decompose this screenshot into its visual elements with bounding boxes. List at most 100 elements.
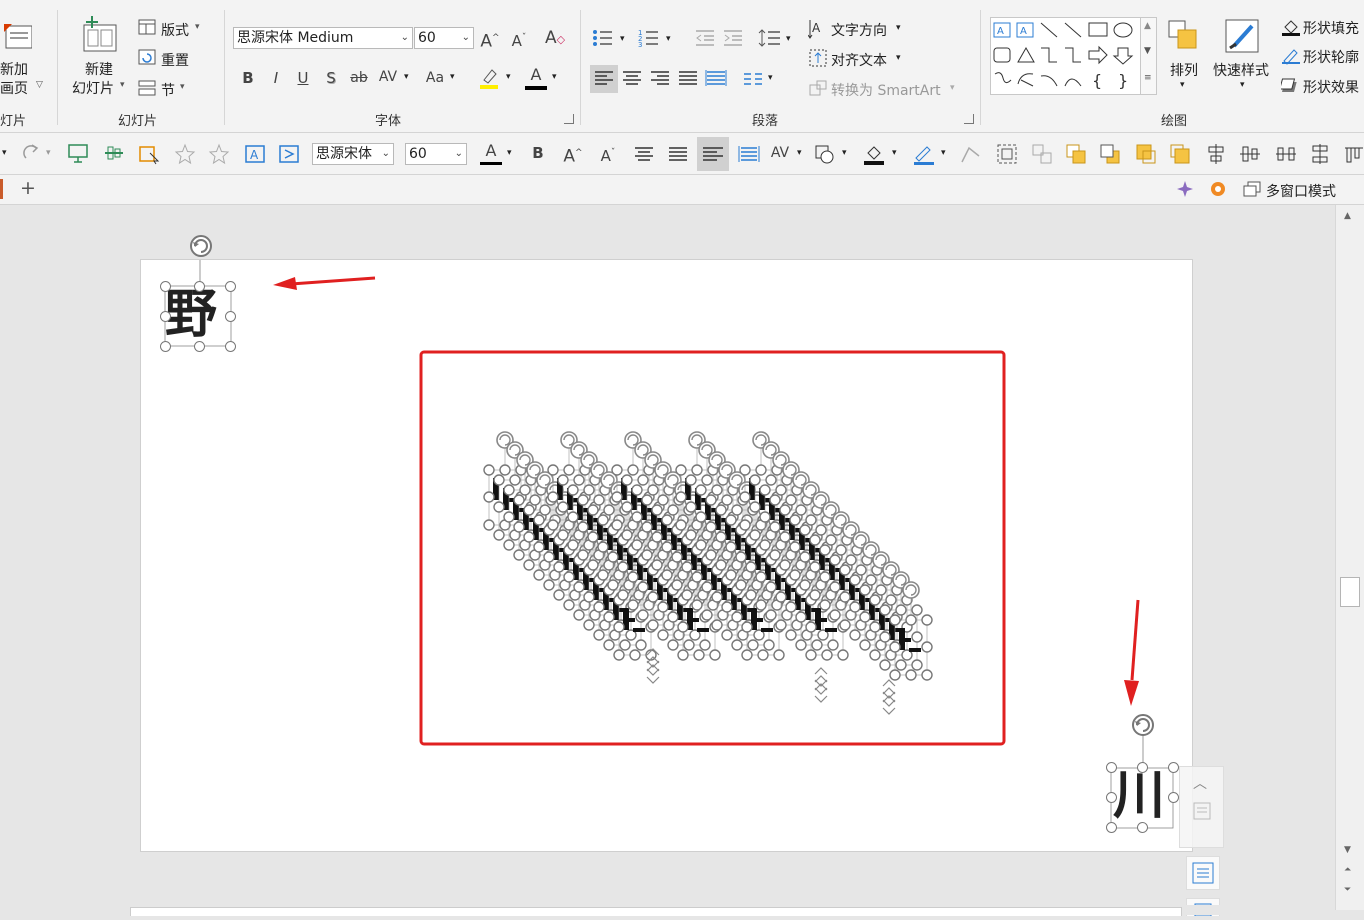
quick-justify-icon[interactable] <box>666 142 690 170</box>
resize-handle[interactable] <box>194 341 205 352</box>
floating-side-panel[interactable]: ︿ <box>1179 766 1224 848</box>
fill-icon[interactable] <box>862 142 886 170</box>
distribute-h-icon[interactable] <box>1274 142 1298 170</box>
arrange-icon[interactable] <box>1166 18 1202 58</box>
quick-font-name-select[interactable]: 思源宋体 ⌄ <box>312 143 394 165</box>
chevron-down-icon[interactable]: ▾ <box>941 148 946 158</box>
send-backward-icon[interactable] <box>1098 142 1122 170</box>
next-slide-icon[interactable]: ⏷ <box>1344 885 1351 895</box>
resize-handle[interactable] <box>225 281 236 292</box>
numbering-icon[interactable]: 123 <box>638 28 660 52</box>
align-right-icon[interactable] <box>648 65 672 97</box>
chevron-down-icon[interactable]: ▾ <box>620 34 625 44</box>
panel-tool-icon[interactable] <box>1192 801 1212 825</box>
bring-to-front-icon[interactable] <box>1134 142 1158 170</box>
scroll-thumb[interactable] <box>1340 577 1360 607</box>
rotate-handle-icon[interactable] <box>1129 711 1157 743</box>
rotate-handle-icon[interactable] <box>187 232 215 264</box>
align-text-icon[interactable] <box>808 48 828 72</box>
resize-handle[interactable] <box>1106 822 1117 833</box>
layout-icon[interactable] <box>138 19 156 39</box>
align-bottom-icon[interactable] <box>1342 142 1364 170</box>
chevron-down-icon[interactable]: ▽ <box>36 80 43 90</box>
distribute-icon[interactable] <box>704 65 728 97</box>
chevron-down-icon[interactable]: ▾ <box>404 72 409 82</box>
new-slide-partial-label-1[interactable]: 新加 <box>0 59 28 79</box>
pen-icon[interactable] <box>1281 47 1301 69</box>
reset-label[interactable]: 重置 <box>161 50 189 70</box>
select-shape-icon[interactable] <box>138 143 160 169</box>
highlight-icon[interactable] <box>478 66 500 94</box>
new-slide-icon[interactable] <box>82 16 120 54</box>
chevron-down-icon[interactable]: ▾ <box>195 22 200 32</box>
redo-icon[interactable] <box>20 142 42 168</box>
quick-char-spacing-icon[interactable]: AV <box>766 142 794 164</box>
reset-icon[interactable] <box>138 49 156 69</box>
resize-handle[interactable] <box>160 281 171 292</box>
resize-handle[interactable] <box>1106 762 1117 773</box>
duplicated-text-objects-cluster[interactable] <box>483 431 933 715</box>
distribute-v-icon[interactable] <box>1308 142 1332 170</box>
shrink-font-icon[interactable]: Aˇ <box>508 27 530 52</box>
chevron-up-icon[interactable]: ▲ <box>1144 21 1151 31</box>
vertical-textbox-icon[interactable] <box>278 143 300 169</box>
group-icon[interactable] <box>995 142 1019 170</box>
chevron-down-icon[interactable]: ▾ <box>1180 80 1185 90</box>
quick-font-size-select[interactable]: 60 ⌄ <box>405 143 467 165</box>
chevron-down-icon[interactable]: ▼ <box>1144 46 1151 56</box>
chevron-down-icon[interactable]: ▾ <box>120 80 125 90</box>
quick-align-left-button[interactable] <box>697 137 729 171</box>
resize-handle[interactable] <box>225 341 236 352</box>
align-center-icon[interactable] <box>620 65 644 97</box>
chevron-down-icon[interactable]: ▾ <box>507 148 512 158</box>
quick-align-center-icon[interactable] <box>632 142 656 170</box>
scroll-up-icon[interactable]: ▲ <box>1344 211 1351 221</box>
font-size-select[interactable]: 60 ⌄ <box>414 27 474 49</box>
slide[interactable]: 野 川 <box>140 235 1193 852</box>
chevron-down-icon[interactable]: ▾ <box>552 72 557 82</box>
smartart-icon[interactable] <box>808 79 828 103</box>
font-name-select[interactable]: 思源宋体 Medium ⌄ <box>233 27 413 49</box>
resize-handle[interactable] <box>1168 762 1179 773</box>
quick-font-color-icon[interactable]: A <box>480 140 502 162</box>
text-direction-icon[interactable]: A <box>807 18 828 44</box>
outline-pen-icon[interactable] <box>912 142 936 170</box>
text-direction-label[interactable]: 文字方向 <box>831 20 887 40</box>
quick-styles-icon[interactable] <box>1224 18 1262 60</box>
bullets-icon[interactable] <box>592 28 614 52</box>
chevron-down-icon[interactable]: ▾ <box>896 23 901 33</box>
chevron-down-icon[interactable]: ▾ <box>46 148 51 158</box>
textbox-icon[interactable]: A <box>244 143 266 169</box>
new-slide-label-1[interactable]: 新建 <box>85 59 113 79</box>
collapse-up-icon[interactable]: ︿ <box>1193 773 1207 793</box>
smartart-label[interactable]: 转换为 SmartArt <box>831 80 941 100</box>
send-to-back-icon[interactable] <box>1168 142 1192 170</box>
chevron-down-icon[interactable]: ▾ <box>2 148 7 158</box>
paragraph-dialog-launcher[interactable] <box>964 114 974 124</box>
shape-fill-label[interactable]: 形状填充 <box>1303 18 1359 38</box>
resize-handle[interactable] <box>194 281 205 292</box>
new-slide-label-2[interactable]: 幻灯片 <box>72 78 114 98</box>
shape-outline-label[interactable]: 形状轮廓 <box>1303 47 1359 67</box>
multi-window-label[interactable]: 多窗口模式 <box>1266 181 1336 201</box>
vertical-scrollbar[interactable]: ▲ ▼ ⏶ ⏷ <box>1335 205 1364 910</box>
align-top-icon[interactable] <box>1204 142 1228 170</box>
font-color-button[interactable]: A <box>525 64 547 86</box>
font-dialog-launcher[interactable] <box>564 114 574 124</box>
timeline-icon[interactable] <box>102 143 126 167</box>
shapes-gallery[interactable]: A A { } <box>990 17 1142 95</box>
section-icon[interactable] <box>138 80 156 100</box>
magic-icon[interactable] <box>1175 179 1195 203</box>
shadow-button[interactable]: S <box>320 67 342 89</box>
section-label[interactable]: 节 <box>161 80 175 100</box>
increase-indent-icon[interactable] <box>722 28 744 52</box>
star-icon[interactable] <box>174 143 196 169</box>
new-slide-partial-icon[interactable] <box>2 22 33 52</box>
gallery-scroll[interactable]: ▲ ▼ ≡ <box>1140 17 1157 95</box>
shape-outline-icon[interactable] <box>813 142 837 170</box>
grow-font-icon[interactable]: A^ <box>479 27 501 53</box>
top-left-character[interactable]: 野 <box>165 282 217 348</box>
slideshow-icon[interactable] <box>67 143 89 167</box>
edit-points-icon[interactable] <box>959 142 983 170</box>
resize-handle[interactable] <box>160 311 171 322</box>
